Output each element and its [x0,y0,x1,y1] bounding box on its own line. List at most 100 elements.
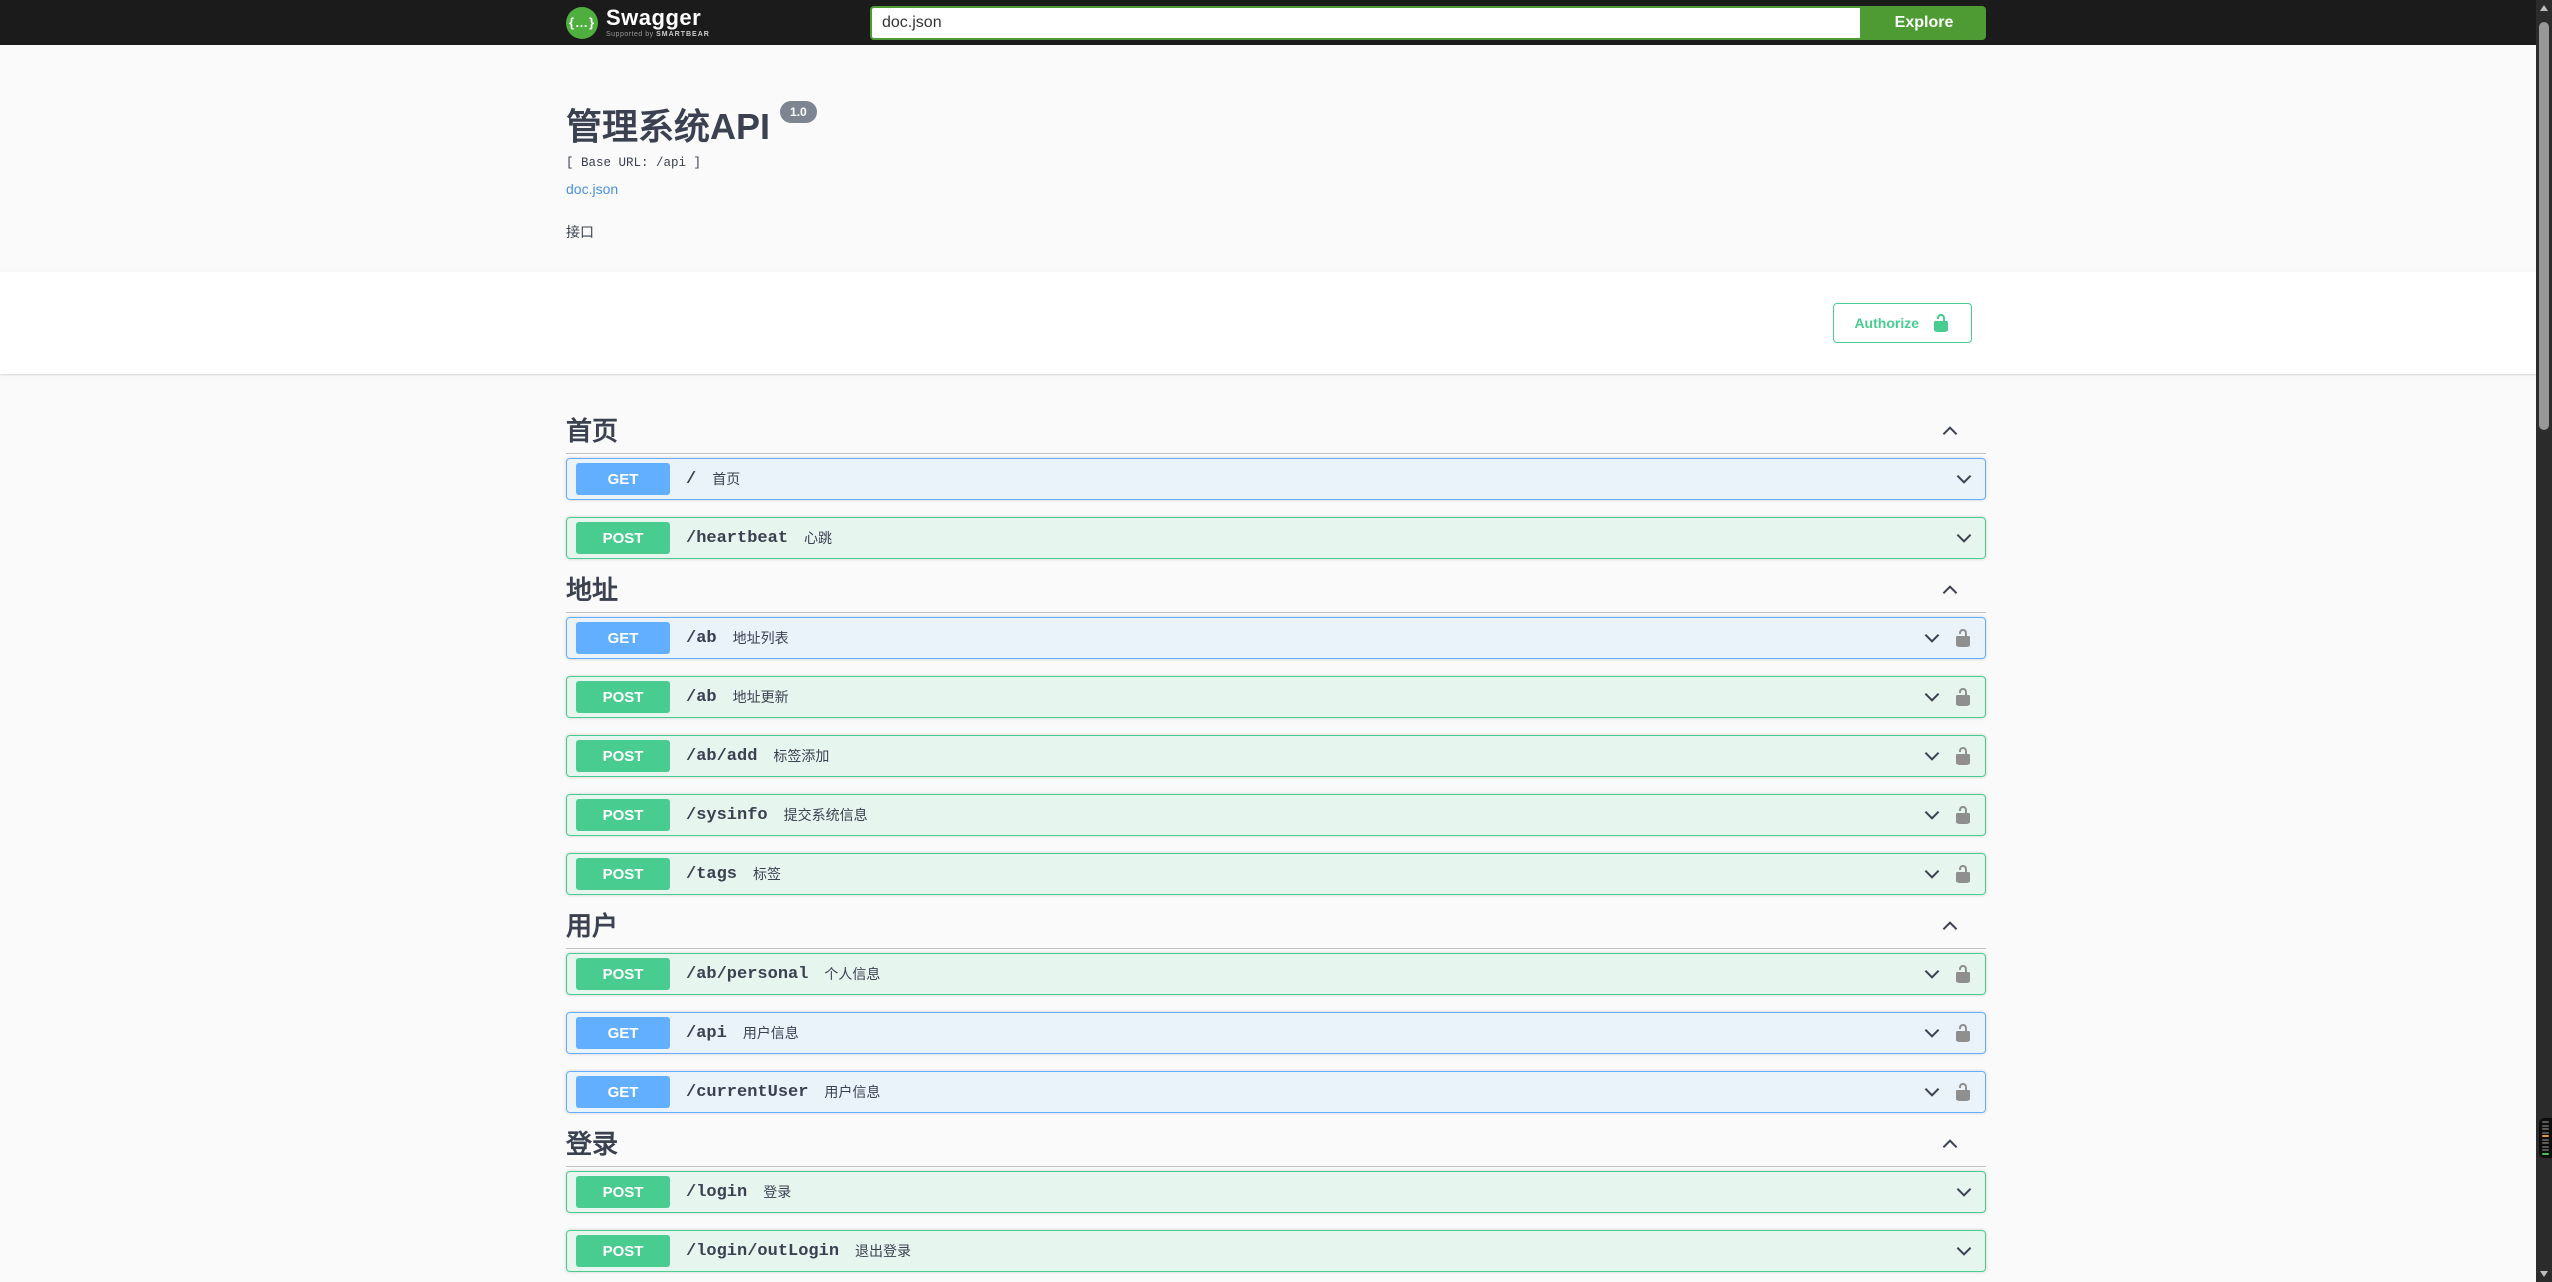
logo-tagline: Supported by SMARTBEAR [606,31,710,38]
version-badge: 1.0 [780,101,817,124]
method-badge: POST [576,799,670,831]
method-badge: GET [576,1017,670,1049]
method-badge: POST [576,958,670,990]
method-badge: POST [576,740,670,772]
scroll-minimap-widget [2539,1118,2552,1158]
operation-summary: 地址列表 [732,630,789,646]
operation-row[interactable]: POST /heartbeat 心跳 [566,517,1986,559]
operation-summary: 个人信息 [824,966,881,982]
operation-summary: 标签 [753,866,782,882]
operation-path: /currentUser [686,1082,809,1102]
explore-button[interactable]: Explore [1862,5,1986,40]
tag-operations: GET /ab 地址列表 POST /ab 地址更新 POST /ab/add … [566,617,1986,895]
chevron-up-icon [1939,1133,1986,1155]
operation-row[interactable]: POST /login/outLogin 退出登录 [566,1230,1986,1272]
chevron-down-icon [1953,527,1985,549]
operation-row[interactable]: POST /tags 标签 [566,853,1986,895]
operation-path: /login/outLogin [686,1241,840,1261]
lock-icon[interactable] [1953,746,1985,766]
operation-row[interactable]: POST /ab/add 标签添加 [566,735,1986,777]
scrollbar-down-arrow[interactable] [2540,1271,2548,1277]
chevron-down-icon [1921,1022,1953,1044]
logo-tagline-brand: SMARTBEAR [656,31,710,38]
download-url-wrapper: Explore [870,5,1986,40]
chevron-up-icon [1939,420,1986,442]
operation-summary: 标签添加 [773,748,830,764]
lock-icon[interactable] [1953,864,1985,884]
scrollbar-track[interactable] [2536,0,2552,1282]
tag-operations: POST /login 登录 POST /login/outLogin 退出登录 [566,1171,1986,1272]
swagger-logo: {…} Swagger Supported by SMARTBEAR [566,5,710,39]
operation-path: /ab [686,687,717,707]
operation-row[interactable]: POST /login 登录 [566,1171,1986,1213]
operation-row[interactable]: GET /api 用户信息 [566,1012,1986,1054]
lock-icon[interactable] [1953,805,1985,825]
logo-title: Swagger [606,5,702,30]
operation-summary: 用户信息 [742,1025,799,1041]
chevron-down-icon [1953,1181,1985,1203]
method-badge: POST [576,858,670,890]
operation-summary: 地址更新 [732,689,789,705]
operation-path: / [686,469,697,489]
unlock-icon [1931,313,1951,333]
operations-container: 首页 GET / 首页 POST /heartbeat 心跳 地址 GET /a… [566,374,1986,1272]
logo-tagline-prefix: Supported by [606,31,654,38]
chevron-up-icon [1939,915,1986,937]
tag-title: 首页 [566,416,619,446]
operation-path: /heartbeat [686,528,789,548]
api-tag-section: 地址 GET /ab 地址列表 POST /ab 地址更新 POST /ab/a… [566,576,1986,895]
operation-path: /sysinfo [686,805,768,825]
swagger-ui-page: {…} Swagger Supported by SMARTBEAR Explo… [0,0,2552,1282]
operation-row[interactable]: POST /ab 地址更新 [566,676,1986,718]
operation-path: /tags [686,864,738,884]
api-tag-section: 用户 POST /ab/personal 个人信息 GET /api 用户信息 … [566,912,1986,1113]
tag-title: 登录 [566,1129,619,1159]
base-url: [ Base URL: /api ] [566,156,702,170]
method-badge: POST [576,522,670,554]
operation-row[interactable]: POST /sysinfo 提交系统信息 [566,794,1986,836]
operation-row[interactable]: GET /currentUser 用户信息 [566,1071,1986,1113]
lock-icon[interactable] [1953,628,1985,648]
lock-icon[interactable] [1953,964,1985,984]
operation-path: /ab/personal [686,964,809,984]
scrollbar-up-arrow[interactable] [2540,5,2548,11]
api-tag-section: 登录 POST /login 登录 POST /login/outLogin 退… [566,1130,1986,1272]
operation-path: /api [686,1023,727,1043]
chevron-down-icon [1921,963,1953,985]
api-tag-section: 首页 GET / 首页 POST /heartbeat 心跳 [566,417,1986,559]
tag-header[interactable]: 登录 [566,1130,1986,1167]
info-section: 管理系统API 1.0 [ Base URL: /api ] doc.json 接… [0,45,2552,272]
authorize-button[interactable]: Authorize [1833,303,1972,343]
method-badge: GET [576,1076,670,1108]
authorize-label: Authorize [1854,315,1919,331]
spec-json-link[interactable]: doc.json [566,181,618,197]
chevron-down-icon [1921,804,1953,826]
operation-row[interactable]: POST /ab/personal 个人信息 [566,953,1986,995]
lock-icon[interactable] [1953,1023,1985,1043]
operation-row[interactable]: GET / 首页 [566,458,1986,500]
tag-header[interactable]: 用户 [566,912,1986,949]
page-title: 管理系统API 1.0 [566,101,1986,149]
chevron-down-icon [1921,686,1953,708]
api-description: 接口 [566,224,594,240]
tag-header[interactable]: 首页 [566,417,1986,454]
lock-icon[interactable] [1953,687,1985,707]
operation-row[interactable]: GET /ab 地址列表 [566,617,1986,659]
chevron-down-icon [1953,1240,1985,1262]
swagger-logo-icon: {…} [566,6,598,39]
tag-title: 用户 [566,911,619,941]
chevron-down-icon [1921,1081,1953,1103]
tag-operations: GET / 首页 POST /heartbeat 心跳 [566,458,1986,559]
operation-summary: 提交系统信息 [783,807,868,823]
operation-path: /login [686,1182,748,1202]
scrollbar-thumb[interactable] [2539,22,2549,430]
tag-header[interactable]: 地址 [566,576,1986,613]
lock-icon[interactable] [1953,1082,1985,1102]
chevron-up-icon [1939,579,1986,601]
chevron-down-icon [1921,745,1953,767]
tag-title: 地址 [566,575,619,605]
spec-url-input[interactable] [870,5,1862,40]
operation-summary: 首页 [712,471,741,487]
method-badge: GET [576,622,670,654]
operation-summary: 用户信息 [824,1084,881,1100]
